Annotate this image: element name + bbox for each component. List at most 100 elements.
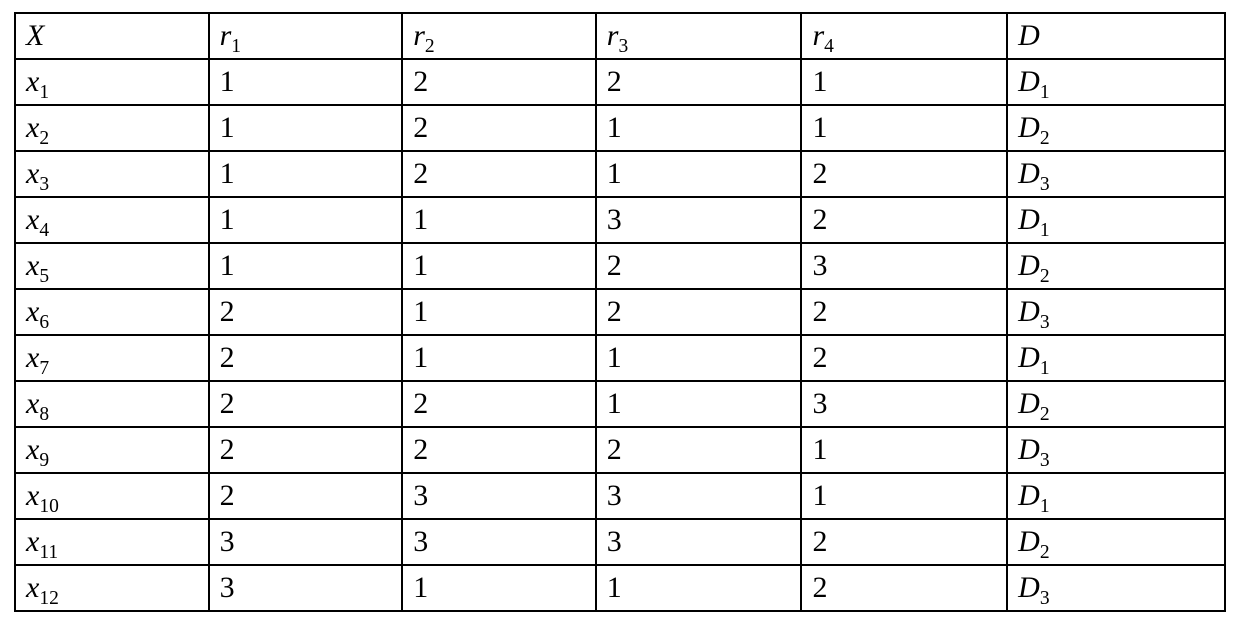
table-row: x72112D1 <box>15 335 1225 381</box>
d-sub: 3 <box>1040 588 1050 609</box>
cell-r4: 2 <box>801 197 1007 243</box>
col-header-var: r <box>607 19 619 52</box>
cell-D: D2 <box>1007 243 1225 289</box>
cell-r2: 1 <box>402 243 596 289</box>
cell-r1: 2 <box>209 473 403 519</box>
row-label-sub: 2 <box>39 128 49 149</box>
row-label-sub: 11 <box>39 542 58 563</box>
cell-r3: 1 <box>596 565 802 611</box>
cell-r3: 1 <box>596 151 802 197</box>
cell-r3: 2 <box>596 243 802 289</box>
row-label-var: x <box>26 571 39 604</box>
table-row: x92221D3 <box>15 427 1225 473</box>
cell-r3: 2 <box>596 427 802 473</box>
cell-r3: 1 <box>596 105 802 151</box>
cell-r1: 1 <box>209 197 403 243</box>
cell-r2: 2 <box>402 381 596 427</box>
cell-D: D1 <box>1007 197 1225 243</box>
cell-D: D1 <box>1007 473 1225 519</box>
row-label: x11 <box>15 519 209 565</box>
cell-r4: 1 <box>801 59 1007 105</box>
table-header: X r1 r2 r3 r4 D <box>15 13 1225 59</box>
row-label-sub: 3 <box>39 174 49 195</box>
cell-r3: 2 <box>596 289 802 335</box>
cell-r2: 1 <box>402 289 596 335</box>
col-header-var: r <box>413 19 425 52</box>
table-row: x41132D1 <box>15 197 1225 243</box>
d-sub: 3 <box>1040 312 1050 333</box>
cell-r4: 2 <box>801 565 1007 611</box>
cell-r3: 3 <box>596 519 802 565</box>
row-label-sub: 8 <box>39 404 49 425</box>
cell-r3: 1 <box>596 381 802 427</box>
col-header-sub: 1 <box>231 36 241 57</box>
row-label: x4 <box>15 197 209 243</box>
cell-r2: 1 <box>402 565 596 611</box>
row-label: x3 <box>15 151 209 197</box>
cell-r1: 1 <box>209 59 403 105</box>
d-var: D <box>1018 571 1040 604</box>
d-var: D <box>1018 341 1040 374</box>
row-label: x8 <box>15 381 209 427</box>
cell-D: D2 <box>1007 519 1225 565</box>
row-label: x6 <box>15 289 209 335</box>
table-body: x11221D1x21211D2x31212D3x41132D1x51123D2… <box>15 59 1225 611</box>
table-row: x113332D2 <box>15 519 1225 565</box>
cell-D: D3 <box>1007 427 1225 473</box>
row-label-var: x <box>26 65 39 98</box>
cell-D: D2 <box>1007 381 1225 427</box>
table-row: x102331D1 <box>15 473 1225 519</box>
cell-D: D3 <box>1007 289 1225 335</box>
header-row: X r1 r2 r3 r4 D <box>15 13 1225 59</box>
d-sub: 2 <box>1040 266 1050 287</box>
cell-r2: 3 <box>402 519 596 565</box>
d-sub: 1 <box>1040 82 1050 103</box>
row-label-var: x <box>26 433 39 466</box>
row-label: x1 <box>15 59 209 105</box>
cell-r2: 1 <box>402 335 596 381</box>
cell-r2: 3 <box>402 473 596 519</box>
col-header-var: D <box>1018 19 1040 52</box>
cell-r4: 3 <box>801 243 1007 289</box>
d-sub: 3 <box>1040 174 1050 195</box>
col-header-X: X <box>15 13 209 59</box>
cell-r1: 1 <box>209 105 403 151</box>
row-label-var: x <box>26 157 39 190</box>
d-var: D <box>1018 433 1040 466</box>
cell-D: D2 <box>1007 105 1225 151</box>
d-var: D <box>1018 203 1040 236</box>
col-header-sub: 4 <box>824 36 834 57</box>
d-var: D <box>1018 111 1040 144</box>
table-row: x31212D3 <box>15 151 1225 197</box>
cell-r1: 2 <box>209 381 403 427</box>
d-var: D <box>1018 65 1040 98</box>
cell-r1: 3 <box>209 565 403 611</box>
cell-r2: 2 <box>402 105 596 151</box>
d-sub: 2 <box>1040 128 1050 149</box>
d-sub: 1 <box>1040 358 1050 379</box>
d-sub: 1 <box>1040 220 1050 241</box>
table-row: x51123D2 <box>15 243 1225 289</box>
cell-D: D1 <box>1007 59 1225 105</box>
col-header-r1: r1 <box>209 13 403 59</box>
table-row: x82213D2 <box>15 381 1225 427</box>
cell-r4: 2 <box>801 519 1007 565</box>
row-label-sub: 9 <box>39 450 49 471</box>
cell-r4: 1 <box>801 427 1007 473</box>
d-sub: 1 <box>1040 496 1050 517</box>
col-header-r4: r4 <box>801 13 1007 59</box>
row-label-var: x <box>26 525 39 558</box>
row-label-var: x <box>26 249 39 282</box>
row-label-sub: 4 <box>39 220 49 241</box>
cell-r1: 1 <box>209 243 403 289</box>
col-header-r2: r2 <box>402 13 596 59</box>
d-var: D <box>1018 157 1040 190</box>
row-label-var: x <box>26 387 39 420</box>
col-header-sub: 2 <box>425 36 435 57</box>
row-label-sub: 6 <box>39 312 49 333</box>
cell-r3: 2 <box>596 59 802 105</box>
d-sub: 2 <box>1040 404 1050 425</box>
row-label: x5 <box>15 243 209 289</box>
d-var: D <box>1018 479 1040 512</box>
cell-r4: 1 <box>801 105 1007 151</box>
